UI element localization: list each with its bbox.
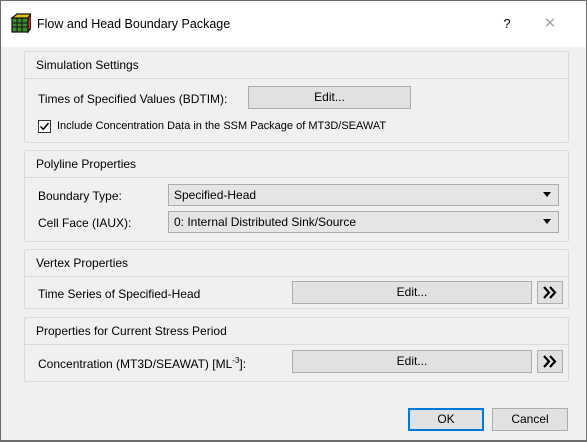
- time-series-edit-button[interactable]: Edit...: [292, 281, 532, 304]
- group-title-vertex: Vertex Properties: [36, 256, 129, 270]
- checkmark-icon: [39, 122, 50, 131]
- help-button[interactable]: ?: [495, 12, 519, 36]
- title-bar: Flow and Head Boundary Package ? ✕: [1, 1, 586, 47]
- double-chevron-right-icon: [543, 286, 557, 299]
- concentration-label-suffix: ]:: [239, 357, 247, 371]
- concentration-edit-button[interactable]: Edit...: [292, 350, 532, 373]
- time-series-expand-button[interactable]: [537, 281, 563, 304]
- group-divider: [25, 344, 568, 345]
- group-title-polyline: Polyline Properties: [36, 157, 137, 171]
- cell-face-value: 0: Internal Distributed Sink/Source: [174, 215, 357, 229]
- stress-period-group: Properties for Current Stress Period Con…: [24, 317, 569, 382]
- times-edit-button[interactable]: Edit...: [248, 86, 411, 109]
- include-concentration-checkbox[interactable]: [38, 120, 51, 133]
- close-button[interactable]: ✕: [538, 12, 562, 36]
- ok-button[interactable]: OK: [408, 408, 484, 431]
- cell-face-label: Cell Face (IAUX):: [38, 216, 132, 230]
- group-divider: [25, 276, 568, 277]
- cell-face-select[interactable]: 0: Internal Distributed Sink/Source: [168, 211, 559, 233]
- time-series-label: Time Series of Specified-Head: [38, 287, 201, 301]
- simulation-settings-group: Simulation Settings Times of Specified V…: [24, 51, 569, 143]
- double-chevron-right-icon: [543, 355, 557, 368]
- boundary-type-label: Boundary Type:: [38, 189, 122, 203]
- chevron-down-icon: [543, 192, 551, 197]
- window-title: Flow and Head Boundary Package: [37, 17, 231, 31]
- concentration-expand-button[interactable]: [537, 350, 563, 373]
- include-concentration-label: Include Concentration Data in the SSM Pa…: [57, 120, 387, 132]
- times-label: Times of Specified Values (BDTIM):: [38, 92, 228, 106]
- group-title-simulation: Simulation Settings: [36, 58, 139, 72]
- boundary-type-select[interactable]: Specified-Head: [168, 184, 559, 206]
- concentration-label-text: Concentration (MT3D/SEAWAT) [ML: [38, 357, 233, 371]
- group-title-stress: Properties for Current Stress Period: [36, 324, 227, 338]
- cancel-button[interactable]: Cancel: [492, 408, 568, 431]
- group-divider: [25, 78, 568, 79]
- package-grid-icon: [10, 13, 31, 34]
- dialog-window: Flow and Head Boundary Package ? ✕ Simul…: [0, 0, 587, 442]
- vertex-properties-group: Vertex Properties Time Series of Specifi…: [24, 249, 569, 309]
- boundary-type-value: Specified-Head: [174, 188, 257, 202]
- chevron-down-icon: [543, 219, 551, 224]
- group-divider: [25, 177, 568, 178]
- concentration-label: Concentration (MT3D/SEAWAT) [ML-3]:: [38, 356, 246, 371]
- polyline-properties-group: Polyline Properties Boundary Type: Speci…: [24, 150, 569, 242]
